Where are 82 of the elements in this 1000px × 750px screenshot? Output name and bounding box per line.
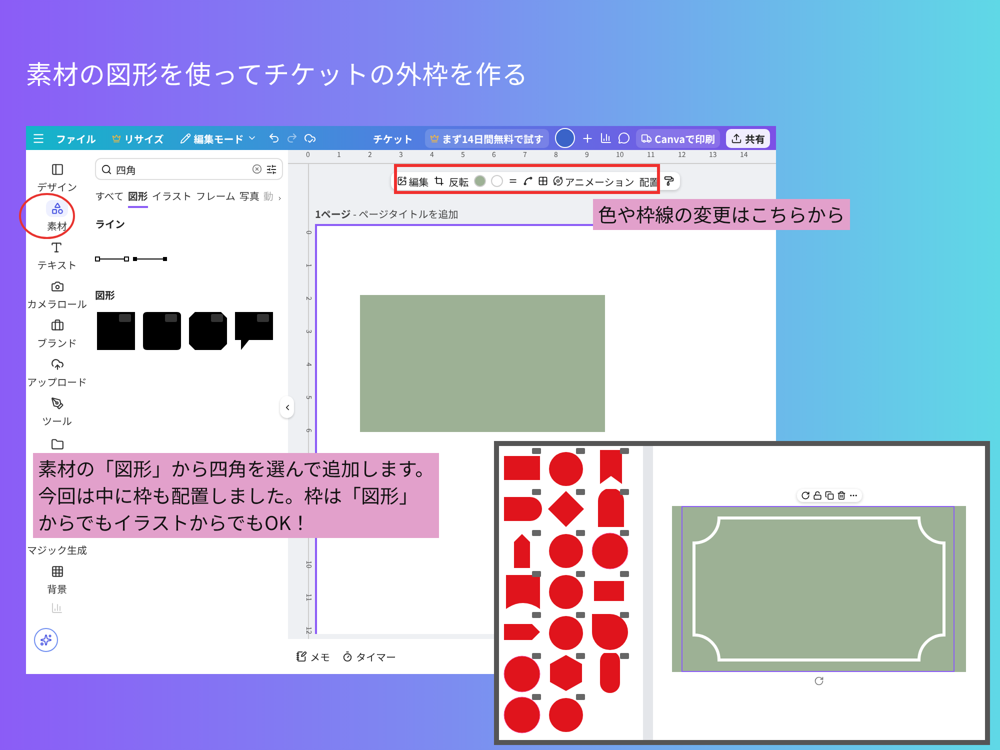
shape-thumbnail[interactable] <box>187 310 229 352</box>
rail-item[interactable]: アップロード <box>27 356 87 389</box>
callout-text: 素材の「図形」から四角を選んで追加します。 今回は中に枠も配置しました。枠は「図形」 からでもイラストからでもOK！ <box>33 453 440 538</box>
shape-thumbnail[interactable] <box>546 448 586 488</box>
sliders-icon[interactable] <box>266 164 277 174</box>
rail-item[interactable]: ツール <box>42 395 72 428</box>
rail-item[interactable]: テキスト <box>37 239 77 272</box>
paint-roller-icon[interactable] <box>664 176 674 186</box>
add-icon[interactable] <box>580 132 594 144</box>
truck-icon <box>640 132 652 144</box>
briefcase-icon <box>50 319 64 332</box>
rail-item[interactable]: デザイン <box>37 161 77 194</box>
crown-icon <box>430 134 439 142</box>
shape-thumbnail[interactable] <box>546 530 586 570</box>
shape-thumbnail[interactable] <box>233 310 275 352</box>
avatar[interactable] <box>554 128 575 148</box>
trash-icon[interactable] <box>836 491 846 500</box>
slide-heading: 素材の図形を使ってチケットの外枠を作る <box>26 56 530 92</box>
filter-tab[interactable]: イラスト <box>152 188 192 208</box>
menu-icon[interactable] <box>32 132 45 144</box>
lock-icon[interactable] <box>812 491 822 500</box>
rail-item[interactable]: 背景 <box>46 563 68 596</box>
camera-icon <box>50 280 64 293</box>
filter-tab[interactable]: 図形 <box>128 188 148 208</box>
print-button[interactable]: Canvaで印刷 <box>636 128 720 148</box>
rotate-icon[interactable] <box>800 491 810 500</box>
timer-icon <box>342 651 353 662</box>
clear-icon[interactable] <box>252 164 262 174</box>
animation-icon <box>552 176 563 186</box>
layout-icon <box>50 163 64 176</box>
section-title: 図形 <box>95 287 116 302</box>
edit-button[interactable]: 編集 <box>396 174 429 188</box>
animate-button[interactable]: アニメーション <box>552 174 634 188</box>
color-swatch[interactable] <box>474 175 486 187</box>
shape-thumbnail[interactable] <box>546 489 586 529</box>
footer-button[interactable]: タイマー <box>342 649 396 664</box>
callout-text: 色や枠線の変更はこちらから <box>593 199 850 230</box>
line-thumbnail[interactable] <box>95 256 129 262</box>
search-icon <box>101 164 112 174</box>
line-thumbnail[interactable] <box>133 256 167 262</box>
filter-tab[interactable]: フレーム <box>196 188 236 208</box>
copy-icon[interactable] <box>824 491 834 500</box>
shape-thumbnail[interactable] <box>502 694 542 734</box>
rail-item[interactable]: ブランド <box>37 317 77 350</box>
undo-icon[interactable] <box>268 132 280 144</box>
pattern-icon <box>50 565 64 578</box>
shape-thumbnail[interactable] <box>546 612 586 652</box>
design-title[interactable]: チケット <box>372 130 413 146</box>
share-button[interactable]: 共有 <box>726 128 770 148</box>
crown-icon <box>112 134 121 142</box>
rail-item[interactable]: カメラロール <box>27 278 87 311</box>
border-swatch[interactable] <box>490 175 503 187</box>
cloud-upload-icon <box>50 358 64 371</box>
text-icon <box>50 241 64 254</box>
section-title: ライン <box>95 216 126 231</box>
filter-tab[interactable]: すべて <box>95 188 124 208</box>
shape-thumbnail[interactable] <box>546 571 586 611</box>
image-edit-icon <box>396 176 407 186</box>
sparkles-icon <box>40 634 52 646</box>
transparency-icon[interactable] <box>538 176 548 186</box>
pencil-icon <box>180 132 191 144</box>
assistant-button[interactable] <box>34 628 58 652</box>
note-icon <box>296 651 307 662</box>
flip-button[interactable]: 反転 <box>448 174 469 188</box>
shape-thumbnail[interactable] <box>546 694 586 734</box>
shape-thumbnail[interactable] <box>95 310 137 352</box>
corner-icon[interactable] <box>522 176 533 186</box>
cloud-icon[interactable] <box>304 132 316 144</box>
shape-thumbnail[interactable] <box>141 310 183 352</box>
upload-icon <box>731 132 742 144</box>
shape-thumbnail[interactable] <box>502 653 542 693</box>
comment-icon[interactable] <box>618 132 630 144</box>
shapes-icon <box>50 202 64 215</box>
footer-button[interactable]: メモ <box>296 649 330 664</box>
crop-icon[interactable] <box>434 176 444 186</box>
rail-label[interactable]: マジック生成 <box>27 542 87 557</box>
annotation-circle <box>18 191 76 241</box>
search-field[interactable]: 四角 <box>95 158 283 180</box>
shape-thumbnail[interactable] <box>590 530 630 570</box>
filter-tab[interactable]: 写真 <box>239 188 260 208</box>
pen-icon <box>50 397 64 410</box>
page-title[interactable]: 1ページ - ページタイトルを追加 <box>315 206 458 221</box>
